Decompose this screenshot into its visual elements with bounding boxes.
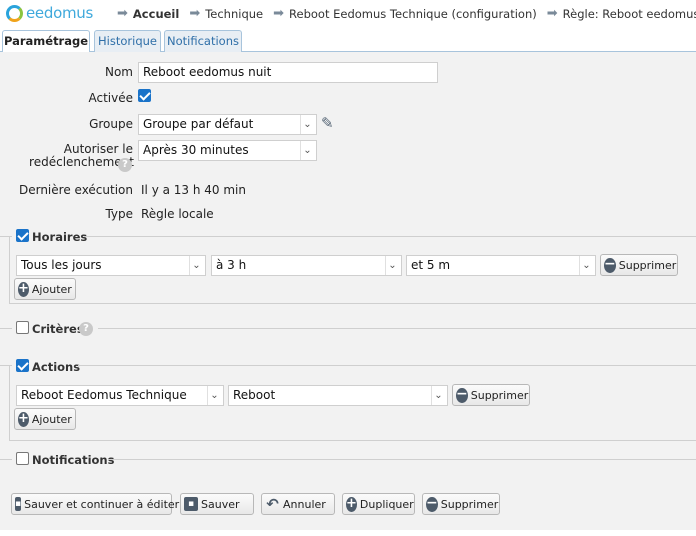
actions-device-select[interactable]: Reboot Eedomus Technique ⌄ (16, 385, 224, 406)
actions-device-value: Reboot Eedomus Technique (21, 388, 187, 402)
breadcrumb-item-technique[interactable]: ➡ Technique (189, 6, 263, 21)
tab-notifications[interactable]: Notifications (164, 30, 242, 52)
tab-parametrage[interactable]: Paramétrage (2, 30, 90, 53)
logo-ring-icon (6, 4, 23, 22)
nom-input[interactable]: Reboot eedomus nuit (138, 62, 438, 83)
breadcrumb: ➡ Accueil ➡ Technique ➡ Reboot Eedomus Tech… (117, 6, 696, 21)
floppy-icon: ▪ (15, 497, 22, 511)
tab-bar: Paramétrage Historique Notifications (0, 28, 696, 53)
chevron-down-icon: ⌄ (189, 256, 203, 275)
type-value: Règle locale (141, 207, 214, 221)
horaires-hour-value: à 3 h (216, 258, 247, 272)
plus-circle-icon: + (18, 280, 29, 297)
chevron-down-icon: ⌄ (300, 115, 314, 134)
arrow-right-icon: ➡ (546, 6, 558, 21)
chevron-down-icon: ⌄ (300, 141, 314, 160)
nom-label: Nom (104, 65, 133, 79)
autoriser-label-line2: redéclenchement (29, 155, 134, 169)
breadcrumb-item-accueil[interactable]: ➡ Accueil (117, 6, 179, 21)
autoriser-value: Après 30 minutes (143, 143, 249, 157)
question-icon[interactable]: ? (118, 158, 132, 172)
groupe-select[interactable]: Groupe par défaut ⌄ (138, 114, 317, 135)
derniere-label: Dernière exécution (18, 183, 133, 197)
horaires-delete-button[interactable]: − Supprimer (600, 254, 678, 276)
tab-historique[interactable]: Historique (94, 30, 161, 52)
activee-label: Activée (88, 91, 133, 105)
plus-circle-icon: + (18, 410, 29, 427)
question-icon[interactable]: ? (79, 322, 93, 336)
groupe-label: Groupe (89, 117, 133, 131)
notifications-title: Notifications (32, 453, 115, 467)
horaires-day-select[interactable]: Tous les jours ⌄ (16, 255, 206, 276)
actions-add-button[interactable]: + Ajouter (14, 408, 76, 430)
actions-action-value: Reboot (233, 388, 276, 402)
criteres-checkbox[interactable] (16, 321, 29, 334)
horaires-day-value: Tous les jours (21, 258, 102, 272)
horaires-delete-label: Supprimer (618, 258, 677, 272)
divider (108, 459, 696, 460)
type-label: Type (105, 207, 133, 221)
activee-checkbox[interactable] (138, 89, 151, 102)
minus-circle-icon: − (426, 494, 438, 512)
autoriser-label: Autoriser le redéclenchement (0, 143, 134, 169)
horaires-minute-select[interactable]: et 5 m ⌄ (406, 255, 596, 276)
actions-delete-label: Supprimer (470, 388, 529, 402)
duplicate-button[interactable]: + Dupliquer (342, 493, 415, 515)
save-button[interactable]: ▪ Sauver (180, 493, 254, 515)
save-label: Sauver (201, 497, 240, 511)
duplicate-label: Dupliquer (359, 497, 414, 511)
divider (0, 459, 12, 460)
undo-icon: ↶ (266, 494, 279, 513)
criteres-title: Critères (32, 322, 84, 336)
floppy-icon: ▪ (184, 497, 198, 511)
derniere-value: Il y a 13 h 40 min (141, 183, 246, 197)
horaires-add-label: Ajouter (31, 282, 72, 296)
save-continue-button[interactable]: ▪ Sauver et continuer à éditer (11, 493, 179, 515)
plus-circle-icon: + (346, 495, 357, 512)
notifications-checkbox[interactable] (16, 452, 29, 465)
autoriser-select[interactable]: Après 30 minutes ⌄ (138, 140, 317, 161)
arrow-right-icon: ➡ (273, 6, 285, 21)
settings-panel: Nom Reboot eedomus nuit Activée Groupe G… (0, 52, 696, 530)
cancel-label: Annuler (283, 497, 326, 511)
horaires-add-button[interactable]: + Ajouter (14, 278, 76, 300)
eedomus-logo[interactable]: eedomus (6, 3, 93, 23)
horaires-hour-select[interactable]: à 3 h ⌄ (211, 255, 402, 276)
logo-text: eedomus (26, 4, 93, 22)
actions-delete-button[interactable]: − Supprimer (452, 384, 530, 406)
actions-action-select[interactable]: Reboot ⌄ (228, 385, 448, 406)
actions-add-label: Ajouter (31, 412, 72, 426)
minus-circle-icon: − (604, 255, 616, 273)
breadcrumb-item-device[interactable]: ➡ Reboot Eedomus Technique (configuration… (273, 6, 537, 21)
breadcrumb-item-rule: ➡Règle: Reboot eedomus nuit (546, 6, 696, 21)
save-continue-label: Sauver et continuer à éditer (24, 497, 180, 511)
chevron-down-icon: ⌄ (385, 256, 399, 275)
divider (0, 328, 12, 329)
horaires-minute-value: et 5 m (411, 258, 451, 272)
arrow-right-icon: ➡ (117, 6, 128, 21)
top-bar: eedomus ➡ Accueil ➡ Technique ➡ Reboot Eedo… (0, 0, 696, 28)
cancel-button[interactable]: ↶ Annuler (261, 493, 335, 515)
minus-circle-icon: − (456, 385, 468, 403)
pencil-icon[interactable]: ✎ (321, 114, 334, 132)
divider (98, 328, 696, 329)
groupe-value: Groupe par défaut (143, 117, 254, 131)
chevron-down-icon: ⌄ (579, 256, 593, 275)
delete-label: Supprimer (440, 497, 499, 511)
chevron-down-icon: ⌄ (207, 386, 221, 405)
arrow-right-icon: ➡ (189, 6, 201, 21)
delete-button[interactable]: − Supprimer (422, 493, 500, 515)
chevron-down-icon: ⌄ (431, 386, 445, 405)
